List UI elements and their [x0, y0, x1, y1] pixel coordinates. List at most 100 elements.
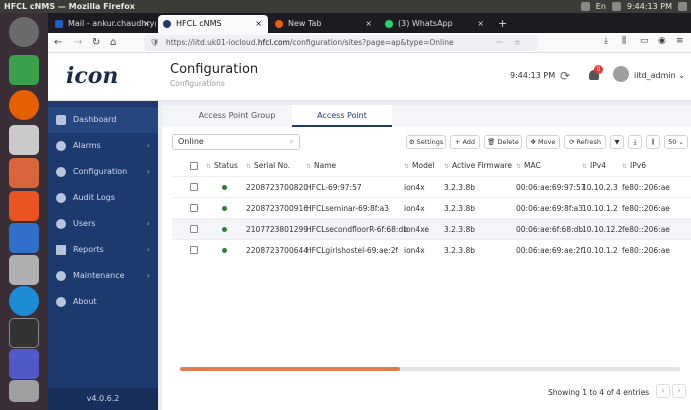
close-icon[interactable]: ×: [143, 15, 150, 33]
table-row[interactable]: 2208723700916 HFCLseminar-69:8f:a3 ion4x…: [172, 197, 691, 218]
language-indicator[interactable]: En: [596, 0, 606, 13]
column-header-ipv6[interactable]: ⇅ IPv6: [622, 157, 646, 176]
tab-access-point-group[interactable]: Access Point Group: [182, 105, 292, 127]
status-online-icon: [222, 185, 227, 190]
refresh-icon[interactable]: ⟳: [560, 69, 570, 83]
back-arrow-icon[interactable]: ←: [54, 36, 62, 50]
column-header-serial[interactable]: ⇅ Serial No.: [246, 157, 290, 176]
drive-icon[interactable]: [9, 380, 39, 402]
settings-button[interactable]: ⚙ Settings: [406, 135, 446, 149]
files-icon[interactable]: [9, 125, 39, 155]
system-settings-icon[interactable]: [9, 255, 39, 285]
app-logo[interactable]: icon: [66, 63, 118, 89]
close-icon[interactable]: ×: [255, 15, 262, 33]
scrollbar-thumb[interactable]: [180, 367, 400, 371]
search-input[interactable]: Online ⌕: [172, 134, 300, 150]
close-icon[interactable]: ×: [365, 15, 372, 33]
url-bar[interactable]: 🛡 https://iitd.uk01-iocloud.hfcl.com/con…: [144, 35, 538, 51]
user-menu[interactable]: iitd_admin ⌄: [634, 71, 685, 80]
navigation-bar: ← → ↻ ⌂ 🛡 https://iitd.uk01-iocloud.hfcl…: [48, 33, 691, 53]
close-icon[interactable]: ×: [477, 15, 484, 33]
chromium-icon[interactable]: [9, 286, 39, 316]
home-icon[interactable]: ⌂: [110, 36, 116, 50]
sidebar-item-maintenance[interactable]: Maintenance ›: [48, 263, 158, 289]
column-header-ipv4[interactable]: ⇅ IPv4: [582, 157, 606, 176]
page-size-select[interactable]: 50 ⌄: [664, 135, 688, 149]
add-button[interactable]: + Add: [450, 135, 480, 149]
browser-tab-mail[interactable]: Mail - ankur.chaudhry@ ×: [50, 15, 156, 33]
filter-icon[interactable]: ▼: [610, 135, 624, 149]
document-app-icon[interactable]: [9, 223, 39, 253]
breadcrumb[interactable]: Configurations: [170, 79, 225, 88]
refresh-button[interactable]: ⟳ Refresh: [564, 135, 606, 149]
sidebar-item-dashboard[interactable]: Dashboard: [48, 107, 158, 133]
mail-favicon-icon: [55, 20, 63, 28]
browser-tab-newtab[interactable]: New Tab ×: [270, 15, 378, 33]
network-icon[interactable]: [580, 2, 590, 11]
header-clock: 9:44:13 PM: [510, 71, 556, 80]
row-checkbox[interactable]: [190, 183, 198, 191]
sidebar-item-alarms[interactable]: Alarms ›: [48, 133, 158, 159]
cell-ipv6: fe80::206:ae: [622, 204, 670, 213]
page-actions-icon[interactable]: ···: [496, 35, 503, 51]
firefox-icon[interactable]: [9, 90, 39, 120]
horizontal-scrollbar[interactable]: [180, 367, 680, 371]
notification-bell-icon[interactable]: 0: [588, 65, 603, 81]
row-checkbox[interactable]: [190, 246, 198, 254]
prev-page-button[interactable]: ‹: [656, 384, 670, 398]
volume-icon[interactable]: [611, 2, 621, 11]
row-checkbox[interactable]: [190, 225, 198, 233]
sort-icon: ⇅: [404, 163, 410, 170]
sidebar-item-reports[interactable]: Reports ›: [48, 237, 158, 263]
browser-tab-bar: Mail - ankur.chaudhry@ × HFCL cNMS × New T…: [48, 13, 691, 33]
sidebar-item-about[interactable]: About: [48, 289, 158, 315]
delete-button[interactable]: 🗑 Delete: [484, 135, 522, 149]
sidebar-item-users[interactable]: Users ›: [48, 211, 158, 237]
sidebar-item-configuration[interactable]: Configuration ›: [48, 159, 158, 185]
column-header-mac[interactable]: ⇅ MAC: [516, 157, 541, 176]
entries-info: Showing 1 to 4 of 4 entries: [548, 388, 650, 397]
downloads-icon[interactable]: ⤓: [604, 36, 608, 46]
teams-icon[interactable]: [9, 349, 39, 379]
bookmark-star-icon[interactable]: ☆: [514, 35, 521, 51]
cell-model: ion4xe: [404, 225, 430, 234]
sidebar-toggle-icon[interactable]: ▭: [640, 36, 649, 46]
browser-tab-cnms[interactable]: HFCL cNMS ×: [158, 15, 268, 33]
row-checkbox[interactable]: [190, 204, 198, 212]
reload-icon[interactable]: ↻: [92, 36, 100, 50]
new-tab-button[interactable]: +: [492, 15, 512, 33]
table-row[interactable]: 2107723801299 HFCLsecondfloorR-6f:68:db …: [172, 218, 691, 239]
software-center-icon[interactable]: [9, 191, 39, 221]
terminal-icon[interactable]: [9, 318, 39, 348]
next-page-button[interactable]: ›: [672, 384, 686, 398]
avatar[interactable]: [613, 66, 629, 82]
chevron-right-icon: ›: [146, 167, 150, 176]
move-button[interactable]: ✥ Move: [526, 135, 560, 149]
account-icon[interactable]: ◉: [658, 36, 666, 46]
column-header-status[interactable]: ⇅ Status: [206, 157, 238, 176]
column-header-name[interactable]: ⇅ Name: [306, 157, 336, 176]
library-icon[interactable]: ⫼: [622, 36, 626, 46]
page-header: Configuration Configurations 9:44:13 PM …: [158, 53, 691, 101]
columns-icon[interactable]: ⫼: [646, 135, 660, 149]
cell-name: HFCLsecondfloorR-6f:68:db: [306, 225, 408, 234]
sort-icon: ⇅: [206, 163, 212, 170]
browser-tab-whatsapp[interactable]: (3) WhatsApp ×: [380, 15, 490, 33]
system-clock[interactable]: 9:44:13 PM: [627, 0, 672, 13]
presentation-app-icon[interactable]: [9, 158, 39, 188]
column-header-firmware[interactable]: ⇅ Active Firmware: [444, 157, 512, 176]
forward-arrow-icon[interactable]: →: [74, 36, 82, 50]
table-row[interactable]: 2208723700820 HFCL-69:97:57 ion4x 3.2.3.…: [172, 176, 691, 197]
menu-icon[interactable]: ≡: [676, 36, 684, 46]
download-icon[interactable]: ⤓: [628, 135, 642, 149]
column-header-model[interactable]: ⇅ Model: [404, 157, 435, 176]
shield-icon[interactable]: 🛡: [150, 35, 160, 51]
settings-gear-icon[interactable]: [678, 2, 687, 11]
spreadsheet-app-icon[interactable]: [9, 55, 39, 85]
table-row[interactable]: 2208723700644 HFCLgirlshostel-69:ae:2f i…: [172, 239, 691, 260]
status-online-icon: [222, 248, 227, 253]
select-all-checkbox[interactable]: [190, 162, 198, 170]
dash-icon[interactable]: [9, 17, 39, 47]
sidebar-item-audit-logs[interactable]: Audit Logs: [48, 185, 158, 211]
tab-access-point[interactable]: Access Point: [292, 105, 392, 127]
